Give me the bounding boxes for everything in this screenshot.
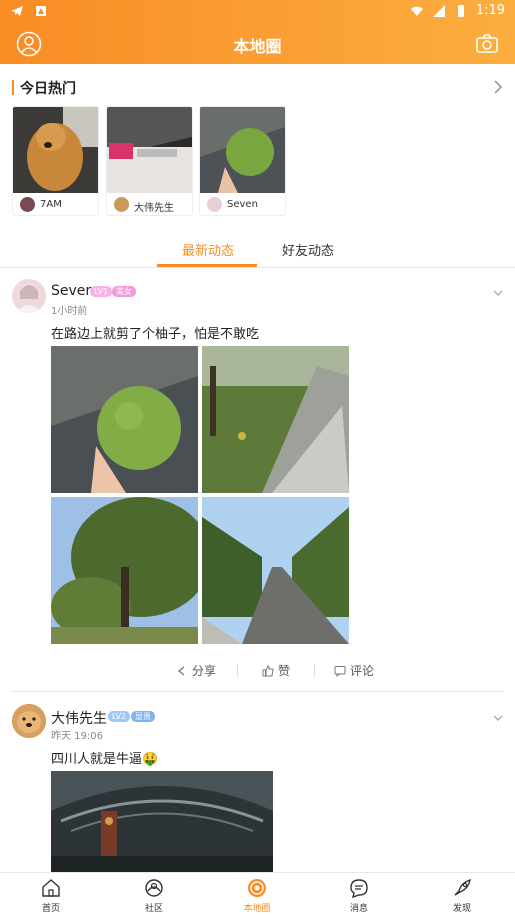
comment-button[interactable]: 评论 — [334, 662, 374, 679]
message-icon — [350, 879, 368, 899]
post-photo-tree[interactable] — [51, 497, 198, 644]
bottom-nav: 首页 社区 本地圈 消息 发现 — [0, 872, 515, 916]
camera-icon[interactable] — [475, 32, 499, 56]
chevron-down-icon[interactable] — [492, 288, 504, 298]
status-bar: 1:19 — [0, 0, 515, 24]
telegram-icon — [11, 6, 23, 16]
tag-badge: 显贵 — [131, 711, 155, 722]
app-header: 本地圈 — [0, 24, 515, 64]
comment-label: 评论 — [350, 664, 375, 678]
hot-accent-bar — [12, 80, 14, 95]
post-photo-pomelo[interactable] — [51, 346, 198, 493]
nav-label: 本地圈 — [243, 904, 271, 914]
post-text: 四川人就是牛逼🤑 — [51, 752, 159, 767]
signal-icon — [432, 4, 445, 17]
nav-local-circle[interactable]: 本地圈 — [227, 877, 287, 914]
active-tab-indicator — [157, 264, 257, 267]
like-label: 赞 — [278, 664, 291, 678]
hot-card-image-pomelo — [200, 107, 285, 193]
home-icon — [42, 879, 60, 897]
avatar — [20, 197, 35, 212]
post-author[interactable]: 大伟先生 — [51, 708, 107, 728]
status-time: 1:19 — [475, 3, 505, 18]
share-button[interactable]: 分享 — [176, 662, 216, 679]
hot-card[interactable]: 大伟先生 — [106, 106, 193, 216]
divider — [314, 664, 315, 677]
hot-card-name: 大伟先生 — [134, 203, 174, 214]
thumbs-up-icon — [262, 664, 274, 676]
share-label: 分享 — [192, 664, 217, 678]
hot-section-header[interactable]: 今日热门 — [12, 78, 504, 98]
hot-card-image-car — [107, 107, 192, 193]
tag-badge: 美女 — [112, 286, 136, 297]
share-icon — [177, 665, 185, 676]
post-photo-avenue[interactable] — [202, 497, 349, 644]
rocket-icon — [454, 878, 471, 896]
tab-latest[interactable]: 最新动态 — [182, 240, 234, 259]
hot-card[interactable]: 7AM — [12, 106, 99, 216]
battery-icon — [457, 4, 464, 17]
hot-card[interactable]: Seven — [199, 106, 286, 216]
nav-label: 消息 — [349, 904, 368, 914]
feed-tabs: 最新动态 好友动态 — [0, 232, 515, 268]
hot-card-name: 7AM — [40, 199, 62, 210]
avatar[interactable] — [12, 279, 46, 313]
hot-card-name: Seven — [227, 199, 258, 210]
page-title: 本地圈 — [233, 37, 282, 56]
hot-section-title: 今日热门 — [20, 81, 76, 97]
post-photo-road[interactable] — [202, 346, 349, 493]
level-badge: LV2 — [108, 711, 131, 722]
tab-friends[interactable]: 好友动态 — [282, 240, 334, 259]
post-author[interactable]: Seven — [51, 283, 94, 299]
nav-label: 发现 — [452, 904, 471, 914]
notification-icon — [36, 6, 46, 16]
wifi-icon — [410, 6, 423, 16]
post-actions: 分享 赞 评论 — [0, 658, 515, 682]
avatar[interactable] — [12, 704, 46, 738]
post-text: 在路边上就剪了个柚子，怕是不敢吃 — [51, 327, 260, 342]
divider — [237, 664, 238, 677]
chevron-right-icon[interactable] — [492, 78, 504, 96]
nav-community[interactable]: 社区 — [124, 877, 184, 914]
local-circle-icon — [248, 879, 266, 897]
post-time: 昨天 19:06 — [51, 731, 103, 742]
avatar — [114, 197, 129, 212]
nav-label: 首页 — [41, 904, 60, 914]
nav-home[interactable]: 首页 — [21, 877, 81, 914]
nav-label: 社区 — [144, 904, 163, 914]
post-time: 1小时前 — [51, 306, 88, 317]
nav-messages[interactable]: 消息 — [329, 877, 389, 914]
post-photo-car-interior[interactable] — [51, 771, 273, 872]
avatar — [207, 197, 222, 212]
divider — [12, 691, 504, 692]
nav-discover[interactable]: 发现 — [432, 877, 492, 914]
hot-card-image-dog — [13, 107, 98, 193]
like-button[interactable]: 赞 — [262, 662, 290, 679]
community-icon — [145, 879, 163, 897]
comment-icon — [334, 665, 346, 677]
chevron-down-icon[interactable] — [492, 713, 504, 723]
level-badge: LV1 — [90, 286, 113, 297]
